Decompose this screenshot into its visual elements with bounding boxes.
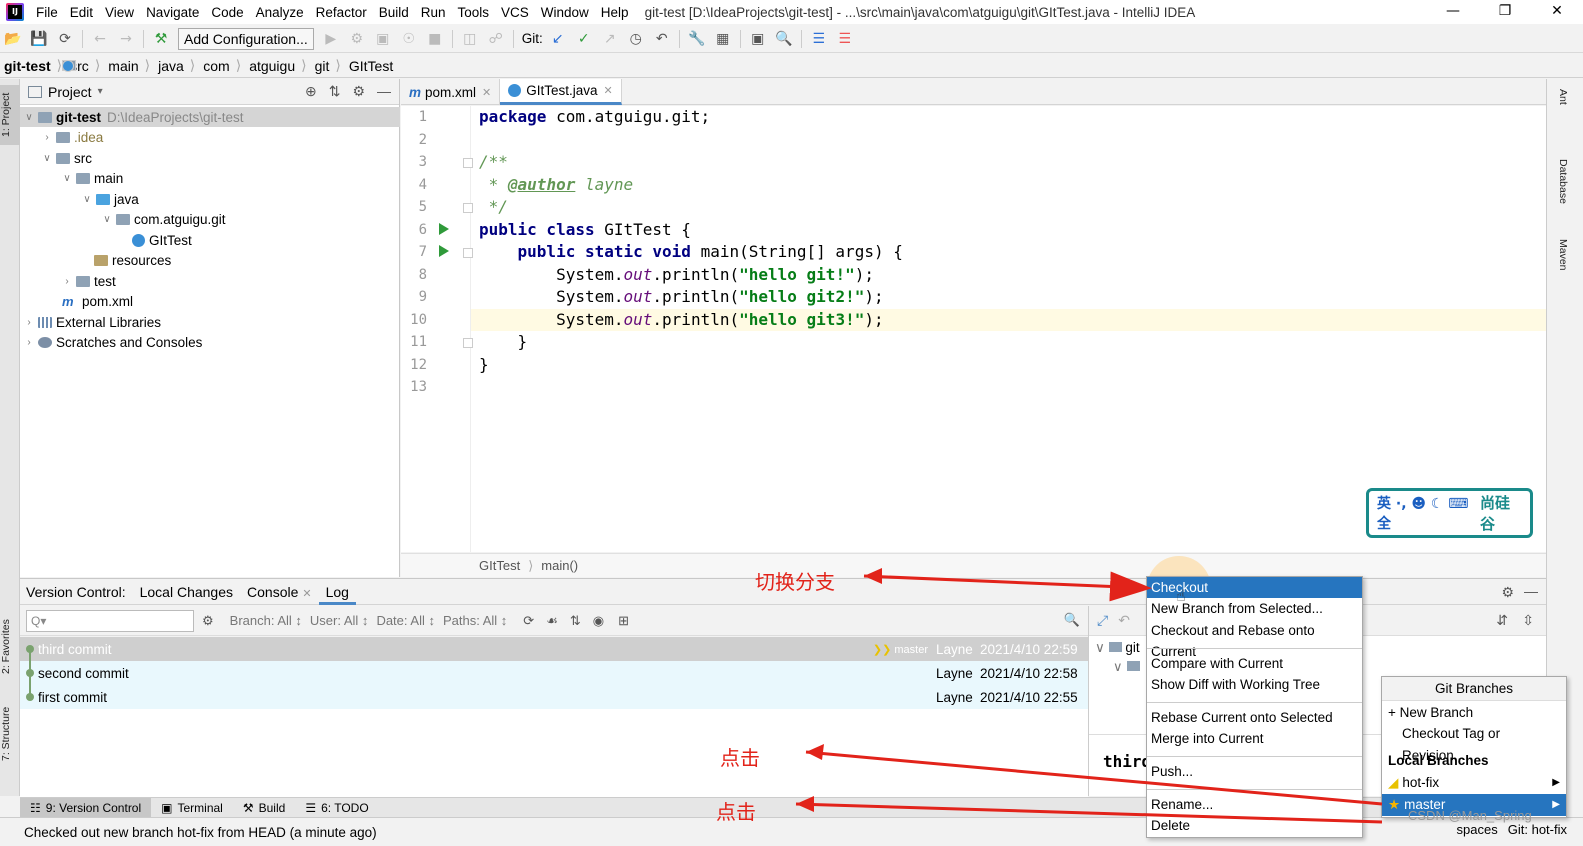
annotation-arrows xyxy=(795,568,1383,824)
annotation-click: 点击 xyxy=(716,800,756,824)
watermark: CSDN @Man_Spring xyxy=(1408,808,1532,823)
arrow-to-master xyxy=(805,750,1383,806)
arrow-to-checkout xyxy=(863,571,1152,602)
annotation-switch-branch: 切换分支 xyxy=(755,570,835,594)
arrow-to-status-branch xyxy=(795,802,1383,824)
annotation-click: 点击 xyxy=(720,746,760,770)
